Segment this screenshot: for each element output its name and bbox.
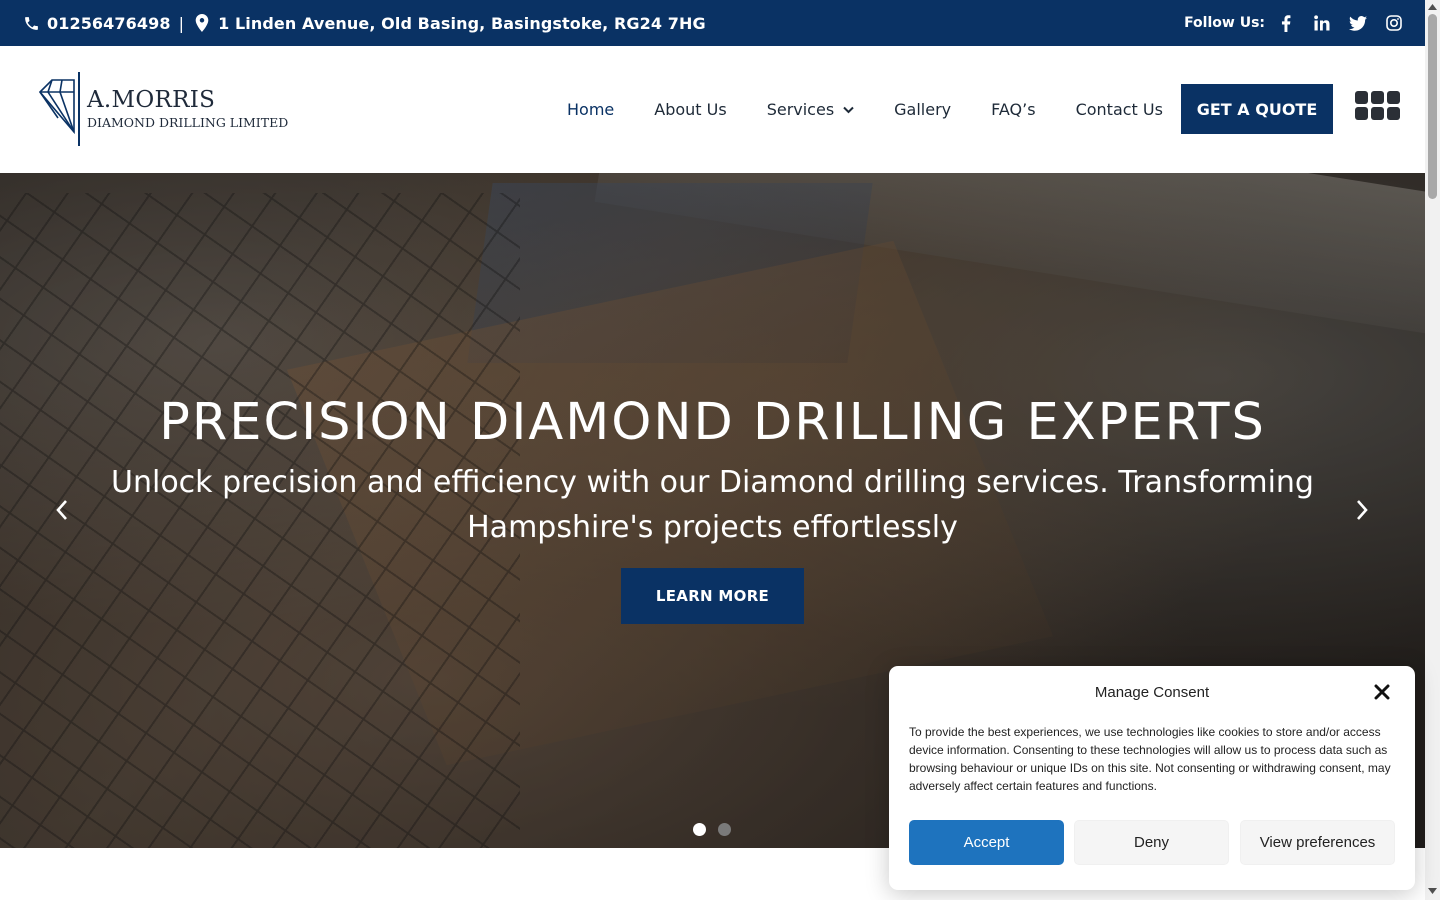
address: 1 Linden Avenue, Old Basing, Basingstoke… — [218, 13, 706, 33]
nav-gallery[interactable]: Gallery — [874, 100, 971, 119]
logo-name: A.MORRIS — [87, 87, 216, 113]
twitter-icon[interactable] — [1349, 14, 1367, 32]
menu-grid-icon[interactable] — [1355, 91, 1401, 125]
phone-icon — [22, 14, 40, 32]
deny-button[interactable]: Deny — [1074, 820, 1229, 865]
consent-title: Manage Consent — [1094, 684, 1210, 701]
get-a-quote-button[interactable]: GET A QUOTE — [1181, 84, 1333, 134]
page-scrollbar[interactable] — [1425, 0, 1440, 900]
slider-prev-arrow-icon[interactable] — [50, 498, 74, 522]
chevron-down-icon — [843, 106, 854, 114]
scrollbar-thumb[interactable] — [1428, 14, 1437, 199]
nav-home[interactable]: Home — [547, 100, 634, 119]
nav-about-us[interactable]: About Us — [634, 100, 746, 119]
facebook-icon[interactable] — [1277, 14, 1295, 32]
slider-dot-1[interactable] — [693, 823, 706, 836]
linkedin-icon[interactable] — [1313, 14, 1331, 32]
social-links: Follow Us: — [1184, 0, 1403, 46]
logo-tagline: DIAMOND DRILLING LIMITED — [87, 115, 289, 130]
scroll-down-arrow-icon[interactable] — [1428, 887, 1437, 895]
slider-next-arrow-icon[interactable] — [1350, 498, 1374, 522]
follow-label: Follow Us: — [1184, 15, 1265, 31]
scroll-up-arrow-icon[interactable] — [1428, 3, 1437, 11]
instagram-icon[interactable] — [1385, 14, 1403, 32]
divider: | — [178, 13, 185, 33]
nav-services[interactable]: Services — [747, 100, 874, 119]
close-icon[interactable] — [1373, 683, 1391, 701]
nav-faqs[interactable]: FAQ’s — [971, 100, 1055, 119]
view-preferences-button[interactable]: View preferences — [1240, 820, 1395, 865]
hero-title: PRECISION DIAMOND DRILLING EXPERTS — [159, 393, 1266, 452]
main-nav: Home About Us Services Gallery FAQ’s Con… — [547, 46, 1183, 173]
nav-contact-us[interactable]: Contact Us — [1056, 100, 1183, 119]
accept-button[interactable]: Accept — [909, 820, 1064, 865]
top-bar: 01256476498 | 1 Linden Avenue, Old Basin… — [0, 0, 1425, 46]
logo-divider — [78, 72, 80, 146]
contact-info: 01256476498 | 1 Linden Avenue, Old Basin… — [22, 0, 706, 46]
hero-subtitle: Unlock precision and efficiency with our… — [111, 465, 1314, 545]
location-pin-icon — [193, 14, 211, 32]
consent-text: To provide the best experiences, we use … — [909, 725, 1391, 793]
site-header: A.MORRIS DIAMOND DRILLING LIMITED Home A… — [0, 46, 1425, 173]
logo[interactable]: A.MORRIS DIAMOND DRILLING LIMITED — [38, 70, 288, 150]
cookie-consent-dialog: Manage Consent To provide the best exper… — [889, 666, 1415, 890]
phone-number[interactable]: 01256476498 — [47, 14, 171, 33]
diamond-logo-icon — [38, 79, 75, 135]
slider-dot-2[interactable] — [718, 823, 731, 836]
nav-services-label: Services — [766, 100, 835, 119]
learn-more-button[interactable]: LEARN MORE — [621, 568, 804, 624]
slider-dots — [693, 823, 743, 836]
